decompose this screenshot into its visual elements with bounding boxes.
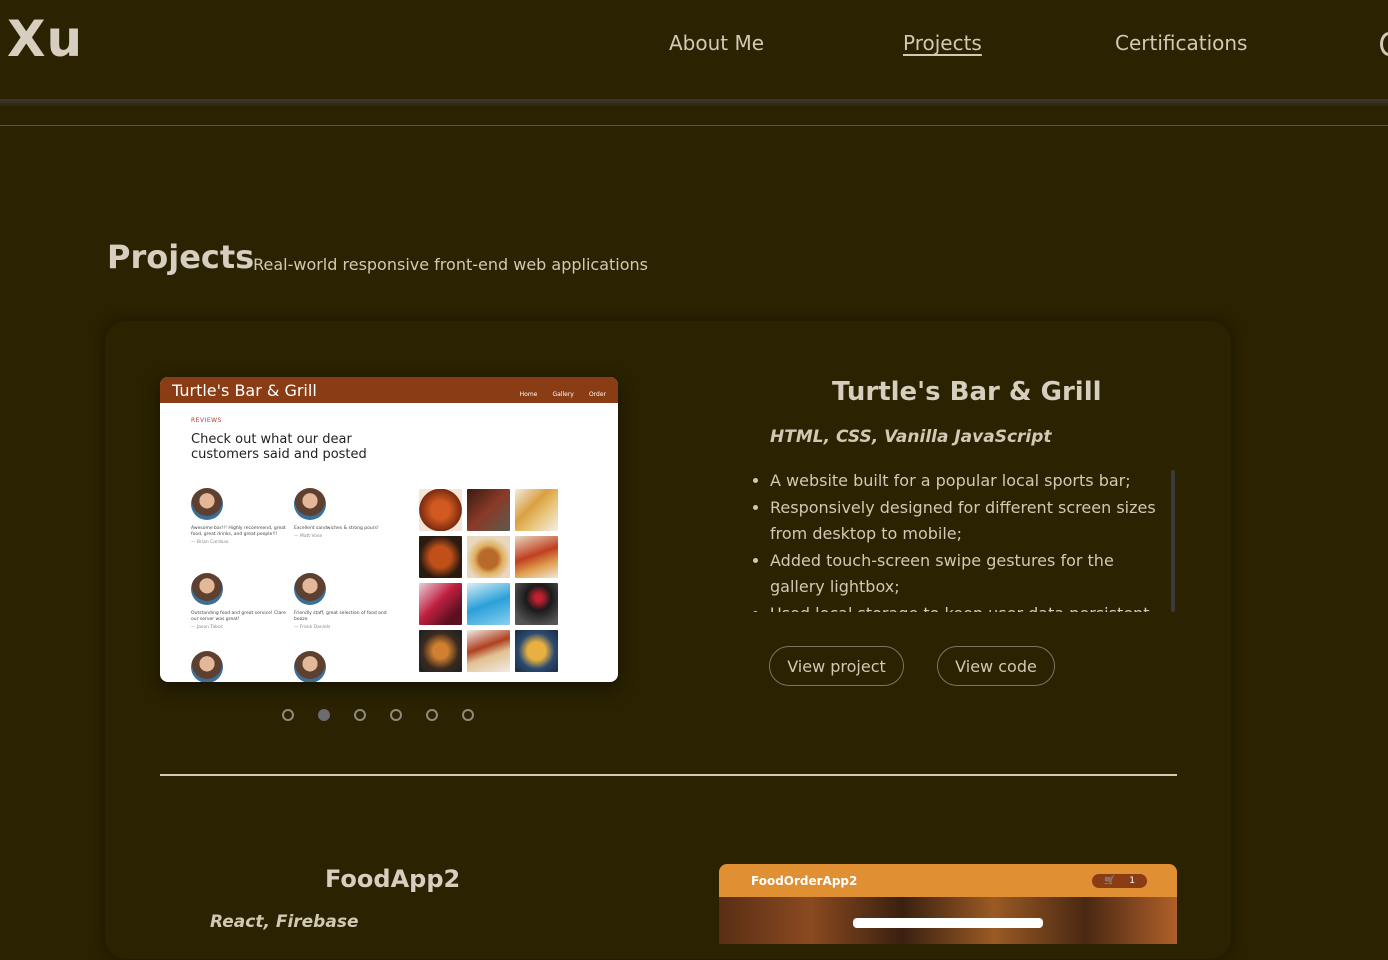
project2-preview-image[interactable]: FoodOrderApp2 🛒 1 xyxy=(719,864,1177,944)
view-code-button[interactable]: View code xyxy=(937,646,1055,686)
description-bullet: A website built for a popular local spor… xyxy=(770,468,1170,495)
preview2-header: FoodOrderApp2 🛒 1 xyxy=(719,864,1177,897)
avatar xyxy=(191,573,223,605)
preview-site-title: Turtle's Bar & Grill xyxy=(172,380,317,400)
preview-nav-gallery: Gallery xyxy=(552,390,574,398)
food-thumb xyxy=(515,536,558,578)
carousel-dot-active[interactable] xyxy=(318,709,330,721)
preview-food-gallery xyxy=(419,489,558,672)
section-title: Projects xyxy=(107,238,255,276)
review-text: Excellent sandwiches & strong pours! xyxy=(294,526,379,531)
avatar xyxy=(191,651,223,682)
food-thumb xyxy=(467,489,510,531)
header-divider xyxy=(0,125,1388,126)
nav-about-me[interactable]: About Me xyxy=(669,31,764,55)
avatar xyxy=(294,573,326,605)
project-divider xyxy=(160,774,1177,776)
review-text: Outstanding food and great service! Clar… xyxy=(191,611,286,622)
food-thumb xyxy=(419,536,462,578)
food-thumb xyxy=(515,583,558,625)
description-scrollbar[interactable] xyxy=(1171,470,1175,612)
review-author: — Matt Vose xyxy=(294,534,323,539)
project-description[interactable]: A website built for a popular local spor… xyxy=(752,468,1170,612)
food-thumb xyxy=(419,489,462,531)
cart-count: 1 xyxy=(1129,875,1135,886)
project2-tech-stack: React, Firebase xyxy=(210,912,359,932)
food-thumb xyxy=(515,630,558,672)
nav-item-clipped-icon[interactable] xyxy=(1380,32,1388,56)
preview-nav-home: Home xyxy=(519,390,538,398)
description-bullet: Added touch-screen swipe gestures for th… xyxy=(770,548,1170,601)
preview-heading: Check out what our dear customers said a… xyxy=(191,432,367,462)
header-shadow xyxy=(0,99,1388,107)
food-thumb xyxy=(467,536,510,578)
review-author: — Brian Cardoso xyxy=(191,540,229,545)
avatar xyxy=(294,488,326,520)
avatar xyxy=(294,651,326,682)
carousel-dots xyxy=(282,709,498,721)
food-thumb xyxy=(467,630,510,672)
preview-review: Awesome bar!!! Highly recommend, great f… xyxy=(191,488,286,546)
avatar xyxy=(191,488,223,520)
description-bullet: Responsively designed for different scre… xyxy=(770,495,1170,548)
review-text: Awesome bar!!! Highly recommend, great f… xyxy=(191,526,286,537)
description-bullet: Used local storage to keep user data per… xyxy=(770,601,1170,613)
preview-review xyxy=(294,651,389,682)
top-navbar: Xu About Me Projects Certifications xyxy=(0,0,1388,100)
food-thumb xyxy=(515,489,558,531)
project2-title: FoodApp2 xyxy=(325,865,461,893)
project-preview-image[interactable]: Turtle's Bar & Grill Home Gallery Order … xyxy=(160,377,618,682)
nav-projects[interactable]: Projects xyxy=(903,31,982,55)
preview-header: Turtle's Bar & Grill Home Gallery Order xyxy=(160,377,618,403)
preview2-site-title: FoodOrderApp2 xyxy=(751,873,858,888)
cart-icon: 🛒 xyxy=(1104,875,1116,886)
site-logo[interactable]: Xu xyxy=(7,10,83,68)
view-project-button[interactable]: View project xyxy=(769,646,904,686)
carousel-dot[interactable] xyxy=(354,709,366,721)
preview-review: Excellent sandwiches & strong pours! — M… xyxy=(294,488,389,540)
preview-nav: Home Gallery Order xyxy=(510,381,606,400)
carousel-dot[interactable] xyxy=(390,709,402,721)
preview-review: Friendly staff, great selection of food … xyxy=(294,573,389,631)
project-title: Turtle's Bar & Grill xyxy=(832,377,1102,407)
preview-review: Outstanding food and great service! Clar… xyxy=(191,573,286,631)
preview-reviews-label: REVIEWS xyxy=(191,417,222,424)
cart-badge: 🛒 1 xyxy=(1092,873,1147,888)
section-subtitle: – Real-world responsive front-end web ap… xyxy=(240,255,648,274)
nav-certifications[interactable]: Certifications xyxy=(1115,31,1247,55)
food-thumb xyxy=(419,630,462,672)
carousel-dot[interactable] xyxy=(282,709,294,721)
food-thumb xyxy=(419,583,462,625)
preview2-hero-box xyxy=(853,918,1043,928)
food-thumb xyxy=(467,583,510,625)
carousel-dot[interactable] xyxy=(426,709,438,721)
carousel-dot[interactable] xyxy=(462,709,474,721)
project-tech-stack: HTML, CSS, Vanilla JavaScript xyxy=(770,427,1052,447)
review-author: — Jason Tabor xyxy=(191,625,223,630)
preview-review xyxy=(191,651,286,682)
review-text: Friendly staff, great selection of food … xyxy=(294,611,387,622)
preview-nav-order: Order xyxy=(588,390,606,398)
review-author: — Frank Daniels xyxy=(294,625,331,630)
